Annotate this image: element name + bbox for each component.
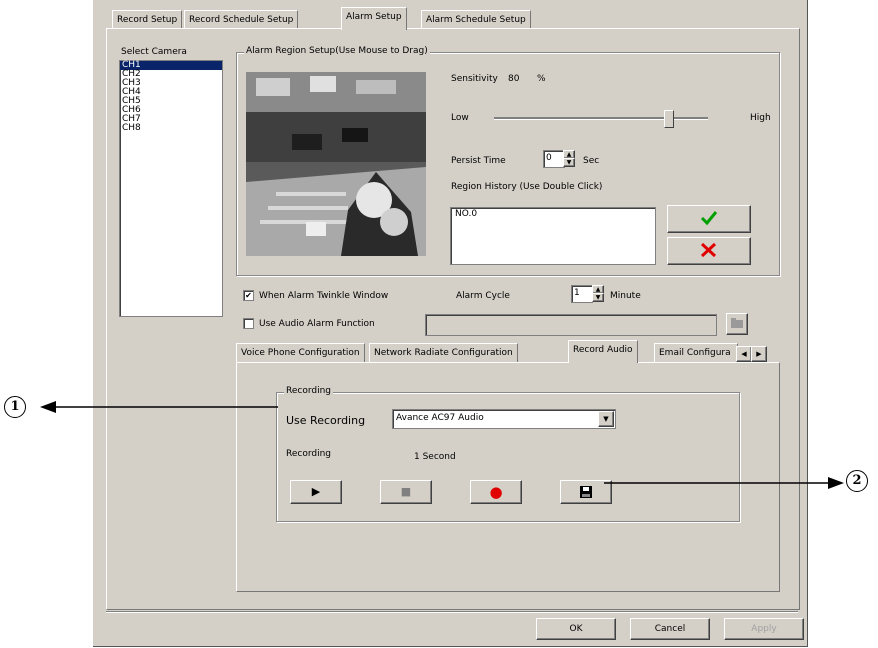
floppy-disk-icon [580,486,592,498]
recording-device-select[interactable]: Avance AC97 Audio ▼ [392,409,616,429]
stop-button[interactable]: ■ [380,480,432,504]
sensitivity-slider[interactable] [490,108,714,128]
twinkle-window-label: When Alarm Twinkle Window [259,291,389,301]
tab-email-configuration[interactable]: Email Configura [654,343,738,362]
confirm-button[interactable] [667,205,751,233]
persist-time-unit: Sec [583,156,600,166]
camera-item-ch8[interactable]: CH8 [120,124,222,133]
alarm-cycle-label: Alarm Cycle [456,291,510,301]
browse-audio-button[interactable] [726,313,748,335]
sensitivity-value: 80 [508,74,520,84]
region-history-label: Region History (Use Double Click) [451,182,603,192]
record-icon: ● [489,483,503,501]
camera-list[interactable]: CH1 CH2 CH3 CH4 CH5 CH6 CH7 CH8 [119,60,223,317]
tab-record-audio[interactable]: Record Audio [568,340,638,363]
tab-record-schedule-setup[interactable]: Record Schedule Setup [184,10,299,29]
tab-record-setup[interactable]: Record Setup [112,10,183,29]
recording-legend: Recording [284,386,334,396]
audio-alarm-label: Use Audio Alarm Function [259,319,375,329]
tab-alarm-setup[interactable]: Alarm Setup [341,7,407,30]
alarm-cycle-input[interactable]: 1 [571,285,593,303]
sensitivity-label: Sensitivity [451,74,498,84]
play-icon: ▶ [311,485,321,498]
persist-time-label: Persist Time [451,156,506,166]
footer-divider [106,611,798,613]
audio-alarm-checkbox[interactable] [243,318,254,329]
audio-file-field[interactable] [425,314,717,336]
alarm-cycle-unit: Minute [610,291,641,301]
use-recording-label: Use Recording [286,414,366,427]
tab-scroll-left[interactable]: ◀ [736,346,752,362]
stop-icon: ■ [400,485,412,498]
folder-icon [731,318,743,328]
tab-network-radiate[interactable]: Network Radiate Configuration [369,343,518,362]
recording-status-label: Recording [286,449,332,459]
callout-1: 1 [4,396,26,418]
callout-2: 2 [846,470,868,492]
cycle-down-arrow[interactable]: ▼ [592,293,604,302]
x-icon [700,242,717,258]
ok-button[interactable]: OK [536,618,616,640]
cancel-button[interactable]: Cancel [630,618,710,640]
callout-1-arrow [40,401,278,413]
callout-2-arrow [604,477,844,489]
persist-time-input[interactable]: 0 [543,150,565,168]
play-button[interactable]: ▶ [290,480,342,504]
slider-low-label: Low [451,113,469,123]
persist-down-arrow[interactable]: ▼ [563,158,575,167]
record-button[interactable]: ● [470,480,522,504]
history-item[interactable]: NO.0 [451,208,655,219]
twinkle-window-checkbox[interactable]: ✔ [243,290,254,301]
recording-duration: 1 Second [414,452,456,462]
slider-thumb[interactable] [664,110,674,128]
delete-region-button[interactable] [667,237,751,265]
check-icon [700,211,718,226]
tab-alarm-schedule-setup[interactable]: Alarm Schedule Setup [421,10,531,29]
chevron-down-icon[interactable]: ▼ [598,411,614,427]
select-camera-label: Select Camera [121,47,187,57]
apply-button[interactable]: Apply [724,618,804,640]
sensitivity-unit: % [537,74,546,84]
tab-voice-phone[interactable]: Voice Phone Configuration [236,343,365,362]
camera-preview[interactable] [246,72,426,256]
tab-scroll-right[interactable]: ▶ [751,346,767,362]
region-history-list[interactable]: NO.0 [450,207,656,265]
camera-preview-image [246,72,426,256]
slider-high-label: High [750,113,771,123]
alarm-region-legend: Alarm Region Setup(Use Mouse to Drag) [244,46,430,56]
